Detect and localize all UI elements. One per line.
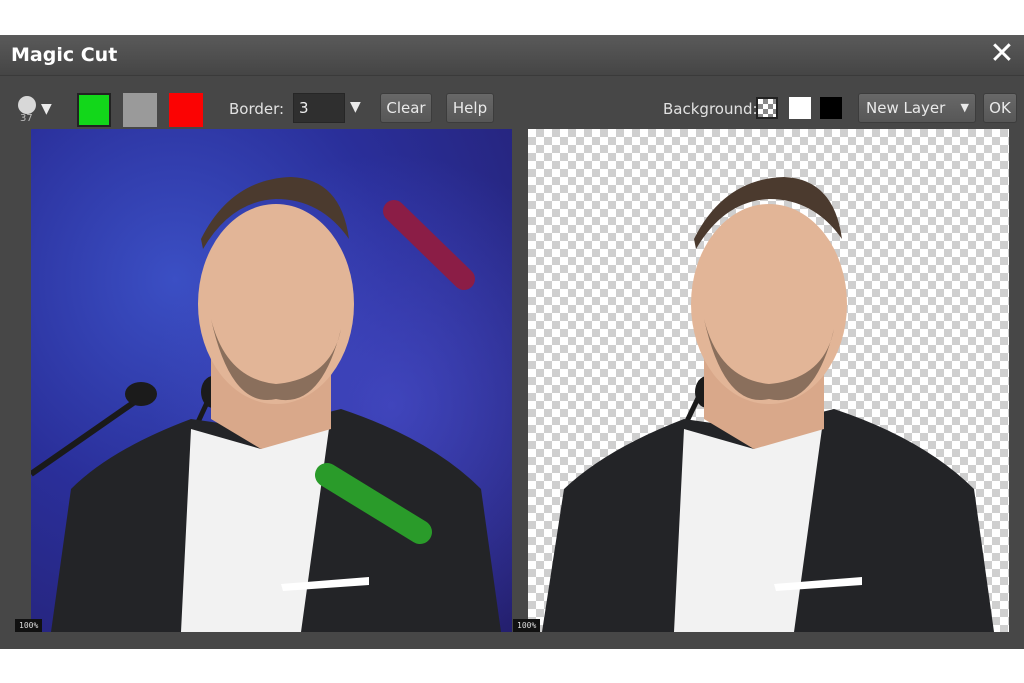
- left-zoom-indicator: 100%: [15, 619, 43, 632]
- magic-cut-dialog: Magic Cut ✕ 37 ▼ Border: 3 ▼ Clear Help …: [0, 35, 1024, 649]
- swatch-background[interactable]: [169, 93, 203, 127]
- border-input[interactable]: 3: [293, 93, 345, 123]
- border-label: Border:: [229, 100, 285, 118]
- layer-select[interactable]: New Layer ▼: [858, 93, 976, 123]
- swatch-foreground[interactable]: [77, 93, 111, 127]
- result-photo: [542, 177, 994, 632]
- border-dropdown-icon[interactable]: ▼: [350, 99, 361, 115]
- brush-size-picker[interactable]: 37: [18, 96, 38, 124]
- help-button[interactable]: Help: [446, 93, 494, 123]
- source-canvas[interactable]: [31, 129, 512, 632]
- swatch-unknown[interactable]: [123, 93, 157, 127]
- background-transparent-option[interactable]: [756, 97, 778, 119]
- brush-size-value: 37: [20, 113, 33, 124]
- toolbar: 37 ▼ Border: 3 ▼ Clear Help Background: …: [0, 87, 1024, 127]
- source-photo: [31, 129, 512, 632]
- clear-button[interactable]: Clear: [380, 93, 432, 123]
- close-icon[interactable]: ✕: [986, 38, 1018, 70]
- background-black-option[interactable]: [820, 97, 842, 119]
- background-white-option[interactable]: [789, 97, 811, 119]
- right-zoom-indicator: 100%: [513, 619, 541, 632]
- ok-button[interactable]: OK: [983, 93, 1017, 123]
- title-bar: Magic Cut ✕: [0, 35, 1024, 76]
- dialog-title: Magic Cut: [11, 44, 118, 66]
- result-canvas[interactable]: [528, 129, 1009, 632]
- layer-select-value: New Layer: [866, 99, 946, 117]
- brush-dropdown-icon[interactable]: ▼: [41, 101, 52, 117]
- chevron-down-icon: ▼: [960, 101, 969, 114]
- background-label: Background:: [663, 100, 758, 118]
- brush-icon: [18, 96, 36, 114]
